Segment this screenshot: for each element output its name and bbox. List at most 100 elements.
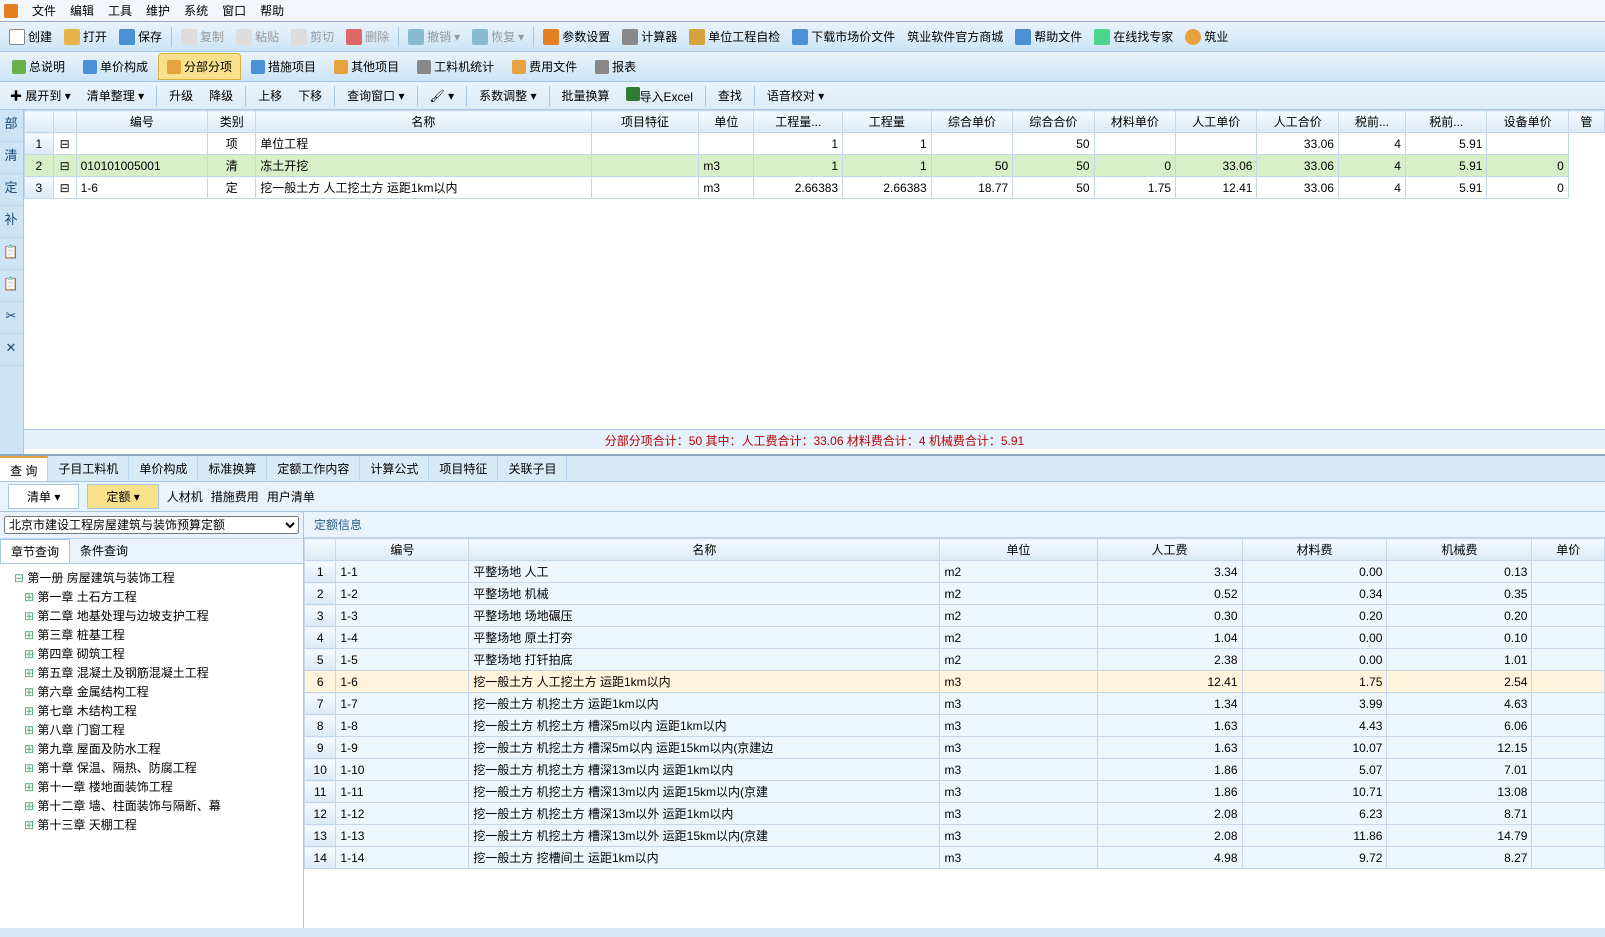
detail-row[interactable]: 51-5平整场地 打钎拍底m22.380.001.01: [305, 649, 1605, 671]
strip-paste-icon[interactable]: 📋: [0, 270, 22, 302]
cut-button[interactable]: 剪切: [286, 26, 339, 47]
voice-button[interactable]: 语音校对 ▾: [761, 85, 830, 106]
querywin-button[interactable]: 查询窗口 ▾: [341, 85, 410, 106]
detail-row[interactable]: 81-8挖一般土方 机挖土方 槽深5m以内 运距1km以内m31.634.436…: [305, 715, 1605, 737]
dtab-price[interactable]: 单价构成: [129, 456, 198, 481]
menu-help[interactable]: 帮助: [260, 2, 284, 19]
strip-bu[interactable]: 部: [0, 110, 22, 142]
strip-bu2[interactable]: 补: [0, 206, 22, 238]
online-button[interactable]: 在线找专家: [1089, 26, 1178, 47]
tree-node[interactable]: 第四章 砌筑工程: [2, 644, 301, 663]
tab-cuoshi[interactable]: 措施项目: [243, 54, 324, 79]
detail-row[interactable]: 121-12挖一般土方 机挖土方 槽深13m以外 运距1km以内m32.086.…: [305, 803, 1605, 825]
strip-copy-icon[interactable]: 📋: [0, 238, 22, 270]
table-row[interactable]: 3⊟1-6定挖一般土方 人工挖土方 运距1km以内m32.663832.6638…: [25, 177, 1605, 199]
mall-button[interactable]: 筑业软件官方商城: [902, 26, 1008, 47]
tab-danjia[interactable]: 单价构成: [75, 54, 156, 79]
detail-row[interactable]: 11-1平整场地 人工m23.340.000.13: [305, 561, 1605, 583]
param-button[interactable]: 参数设置: [538, 26, 615, 47]
tree-node[interactable]: 第十三章 天棚工程: [2, 815, 301, 834]
tree-node[interactable]: 第九章 屋面及防水工程: [2, 739, 301, 758]
brush-button[interactable]: 🖌 ▾: [424, 87, 461, 105]
menu-tools[interactable]: 工具: [108, 2, 132, 19]
leveldown-button[interactable]: 降级: [203, 85, 239, 106]
detail-row[interactable]: 111-11挖一般土方 机挖土方 槽深13m以内 运距15km以内(京建m31.…: [305, 781, 1605, 803]
open-button[interactable]: 打开: [59, 26, 112, 47]
tab-gongliao[interactable]: 工料机统计: [409, 54, 502, 79]
filter-cuoshi[interactable]: 措施费用: [211, 488, 259, 505]
redo-button[interactable]: 恢复 ▾: [467, 26, 529, 47]
strip-cut-icon[interactable]: ✂: [0, 302, 22, 334]
filter-list[interactable]: 清单 ▾: [8, 484, 79, 509]
dtab-sub[interactable]: 子目工料机: [48, 456, 129, 481]
tab-qita[interactable]: 其他项目: [326, 54, 407, 79]
detail-row[interactable]: 21-2平整场地 机械m20.520.340.35: [305, 583, 1605, 605]
filter-quota[interactable]: 定额 ▾: [87, 484, 158, 509]
tree-node[interactable]: 第一章 土石方工程: [2, 587, 301, 606]
paste-button[interactable]: 粘贴: [231, 26, 284, 47]
movedown-button[interactable]: 下移: [292, 85, 328, 106]
unitcheck-button[interactable]: 单位工程自检: [684, 26, 785, 47]
tree-node[interactable]: 第七章 木结构工程: [2, 701, 301, 720]
table-row[interactable]: 2⊟010101005001清冻土开挖m3115050033.0633.0645…: [25, 155, 1605, 177]
tab-fenbu[interactable]: 分部分项: [158, 53, 241, 80]
dtab-assoc[interactable]: 关联子目: [498, 456, 567, 481]
coef-button[interactable]: 系数调整 ▾: [473, 85, 542, 106]
find-button[interactable]: 查找: [712, 85, 748, 106]
download-button[interactable]: 下载市场价文件: [787, 26, 900, 47]
detail-row[interactable]: 131-13挖一般土方 机挖土方 槽深13m以外 运距15km以内(京建m32.…: [305, 825, 1605, 847]
detail-row[interactable]: 101-10挖一般土方 机挖土方 槽深13m以内 运距1km以内m31.865.…: [305, 759, 1605, 781]
zhuye-button[interactable]: 筑业: [1180, 26, 1233, 47]
tab-feiyong[interactable]: 费用文件: [504, 54, 585, 79]
undo-button[interactable]: 撤销 ▾: [403, 26, 465, 47]
copy-button[interactable]: 复制: [176, 26, 229, 47]
detail-row[interactable]: 61-6挖一般土方 人工挖土方 运距1km以内m312.411.752.54: [305, 671, 1605, 693]
calc-button[interactable]: 计算器: [617, 26, 682, 47]
detail-grid[interactable]: 编号名称单位人工费材料费机械费单价11-1平整场地 人工m23.340.000.…: [304, 538, 1605, 928]
menu-window[interactable]: 窗口: [222, 2, 246, 19]
detail-row[interactable]: 91-9挖一般土方 机挖土方 槽深5m以内 运距15km以内(京建边m31.63…: [305, 737, 1605, 759]
tree-tab-chapter[interactable]: 章节查询: [0, 539, 70, 563]
tree-tab-cond[interactable]: 条件查询: [70, 539, 138, 563]
detail-row[interactable]: 31-3平整场地 场地碾压m20.300.200.20: [305, 605, 1605, 627]
strip-ding[interactable]: 定: [0, 174, 22, 206]
quota-select[interactable]: 北京市建设工程房屋建筑与装饰预算定额: [4, 516, 299, 534]
table-row[interactable]: 1⊟项单位工程115033.0645.91: [25, 133, 1605, 155]
strip-close-icon[interactable]: ✕: [0, 334, 22, 366]
helpfile-button[interactable]: 帮助文件: [1010, 26, 1087, 47]
tree-node[interactable]: 第八章 门窗工程: [2, 720, 301, 739]
tree-node[interactable]: 第十一章 楼地面装饰工程: [2, 777, 301, 796]
strip-qing[interactable]: 清: [0, 142, 22, 174]
menu-edit[interactable]: 编辑: [70, 2, 94, 19]
delete-button[interactable]: 删除: [341, 26, 394, 47]
tree-node[interactable]: 第六章 金属结构工程: [2, 682, 301, 701]
expand-button[interactable]: ✚ 展开到 ▾: [4, 85, 77, 106]
detail-row[interactable]: 71-7挖一般土方 机挖土方 运距1km以内m31.343.994.63: [305, 693, 1605, 715]
detail-row[interactable]: 41-4平整场地 原土打夯m21.040.000.10: [305, 627, 1605, 649]
dtab-work[interactable]: 定额工作内容: [267, 456, 360, 481]
tree-node[interactable]: 第三章 桩基工程: [2, 625, 301, 644]
create-button[interactable]: 创建: [4, 26, 57, 47]
detail-row[interactable]: 141-14挖一般土方 挖槽间土 运距1km以内m34.989.728.27: [305, 847, 1605, 869]
tree-node[interactable]: 第二章 地基处理与边坡支护工程: [2, 606, 301, 625]
tree-node[interactable]: 第一册 房屋建筑与装饰工程: [2, 568, 301, 587]
moveup-button[interactable]: 上移: [252, 85, 288, 106]
tree-node[interactable]: 第十二章 墙、柱面装饰与隔断、幕: [2, 796, 301, 815]
dtab-formula[interactable]: 计算公式: [360, 456, 429, 481]
listfix-button[interactable]: 清单整理 ▾: [81, 85, 150, 106]
menu-maintain[interactable]: 维护: [146, 2, 170, 19]
tree-node[interactable]: 第十章 保温、隔热、防腐工程: [2, 758, 301, 777]
excel-button[interactable]: 导入Excel: [620, 85, 699, 107]
dtab-feature[interactable]: 项目特征: [429, 456, 498, 481]
main-grid[interactable]: 编号类别名称项目特征单位工程量...工程量综合单价综合合价材料单价人工单价人工合…: [24, 110, 1605, 454]
filter-rcj[interactable]: 人材机: [167, 488, 203, 505]
dtab-std[interactable]: 标准换算: [198, 456, 267, 481]
batch-button[interactable]: 批量换算: [556, 85, 616, 106]
chapter-tree[interactable]: 第一册 房屋建筑与装饰工程第一章 土石方工程第二章 地基处理与边坡支护工程第三章…: [0, 564, 303, 928]
filter-user[interactable]: 用户清单: [267, 488, 315, 505]
tree-node[interactable]: 第五章 混凝土及钢筋混凝土工程: [2, 663, 301, 682]
menu-system[interactable]: 系统: [184, 2, 208, 19]
tab-baobiao[interactable]: 报表: [587, 54, 644, 79]
menu-file[interactable]: 文件: [32, 2, 56, 19]
tab-general[interactable]: 总说明: [4, 54, 73, 79]
